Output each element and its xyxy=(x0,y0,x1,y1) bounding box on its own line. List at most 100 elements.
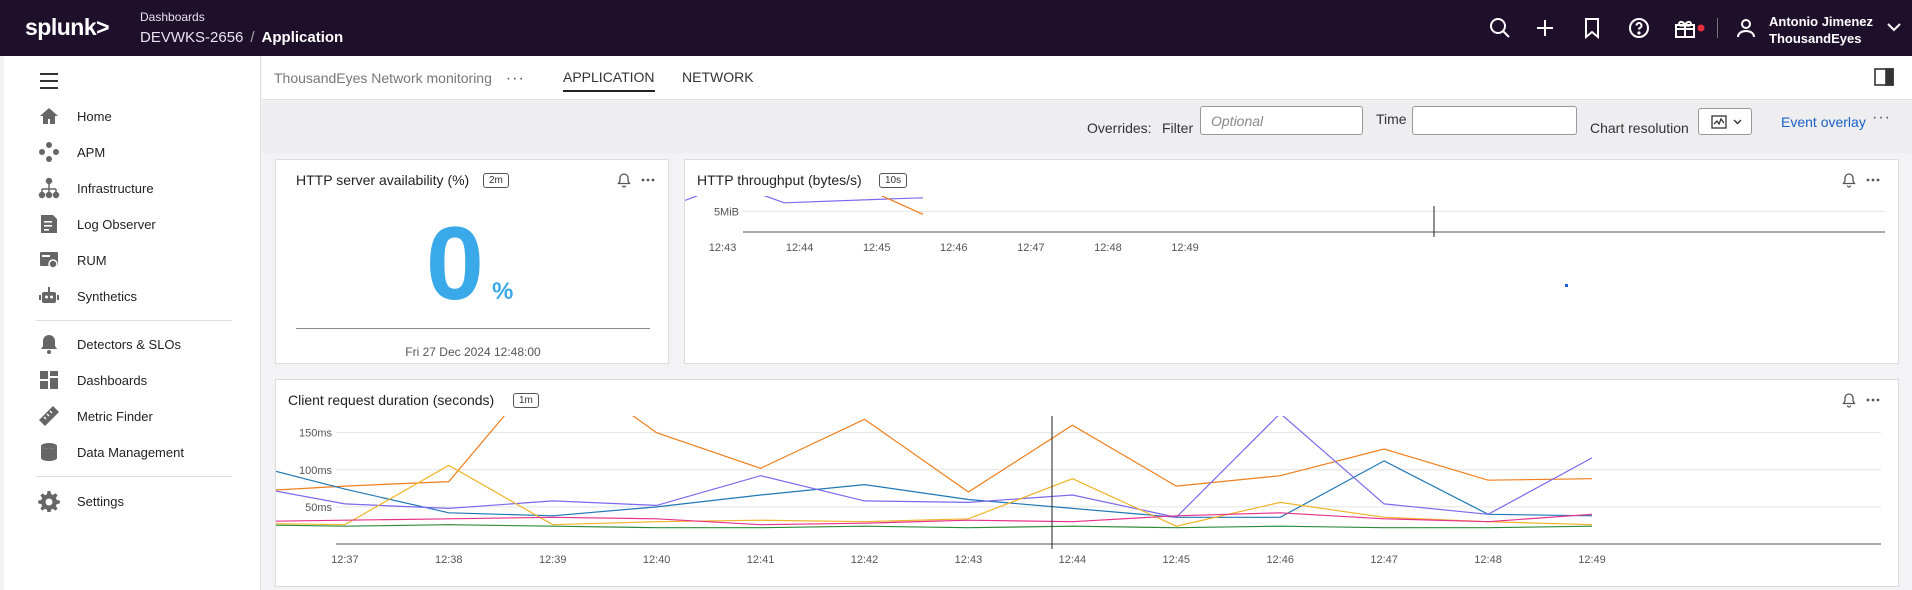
filter-input[interactable] xyxy=(1200,106,1363,135)
series-line xyxy=(276,524,1593,529)
overrides-bar: Overrides: Filter Time Chart resolution … xyxy=(262,101,1912,153)
duration-card: Client request duration (seconds) 1m 50m… xyxy=(275,379,1899,587)
divider xyxy=(1717,18,1718,38)
help-icon[interactable] xyxy=(1627,16,1651,40)
x-tick-label: 12:40 xyxy=(643,554,671,566)
breadcrumb-dashboards[interactable]: Dashboards xyxy=(140,10,205,24)
throughput-card: HTTP throughput (bytes/s) 10s 5MiB 10MiB 1… xyxy=(684,159,1899,364)
sidebar-item-label: RUM xyxy=(77,252,107,268)
availability-card: HTTP server availability (%) 2m 0 % Fri … xyxy=(275,159,669,364)
gift-icon[interactable] xyxy=(1673,16,1697,40)
overrides-more-button[interactable]: ··· xyxy=(1872,109,1891,127)
bookmark-icon[interactable] xyxy=(1580,16,1604,40)
throughput-chart[interactable]: 5MiB10MiB14MiB12:3512:3612:3712:3812:391… xyxy=(685,196,1898,363)
sidebar-item-dashboards[interactable]: Dashboards xyxy=(38,368,248,392)
chevron-down-icon[interactable] xyxy=(1887,22,1901,32)
x-tick-label: 12:48 xyxy=(1094,242,1122,254)
bell-icon[interactable] xyxy=(616,172,632,188)
sidebar-item-metric-finder[interactable]: Metric Finder xyxy=(38,404,248,428)
x-tick-label: 12:41 xyxy=(747,554,775,566)
resolution-badge: 10s xyxy=(879,173,908,188)
sidebar-item-label: Home xyxy=(77,108,112,124)
x-tick-label: 12:47 xyxy=(1017,242,1045,254)
sidebar-item-apm[interactable]: APM xyxy=(38,140,248,164)
x-tick-label: 12:46 xyxy=(1266,554,1294,566)
divider xyxy=(296,328,650,329)
plus-icon[interactable] xyxy=(1533,16,1557,40)
sidebar-item-data-management[interactable]: Data Management xyxy=(38,440,248,464)
y-tick-label: 10MiB xyxy=(708,196,739,198)
filter-label: Filter xyxy=(1162,120,1194,136)
chevron-down-icon xyxy=(1733,119,1742,125)
availability-unit: % xyxy=(492,278,514,305)
sidebar-item-label: Settings xyxy=(77,493,124,509)
sidebar-item-settings[interactable]: Settings xyxy=(38,489,248,513)
infrastructure-icon xyxy=(38,177,60,199)
x-tick-label: 12:45 xyxy=(1163,554,1191,566)
breadcrumb-current: Application xyxy=(261,29,344,46)
sidebar-item-label: Data Management xyxy=(77,444,184,460)
throughput-card-title[interactable]: HTTP throughput (bytes/s) xyxy=(697,172,862,188)
tab-application[interactable]: APPLICATION xyxy=(563,69,655,92)
user-icon[interactable] xyxy=(1734,16,1758,40)
sidebar-item-label: Synthetics xyxy=(77,288,137,304)
duration-chart[interactable]: 50ms100ms150ms200ms250ms12:3512:3612:371… xyxy=(276,416,1898,586)
y-tick-label: 5MiB xyxy=(714,206,739,218)
more-options-icon[interactable] xyxy=(1865,392,1881,408)
bell-icon[interactable] xyxy=(1841,172,1857,188)
series-line xyxy=(276,416,1593,493)
chart-resolution-label: Chart resolution xyxy=(1590,120,1689,136)
home-icon xyxy=(40,108,58,124)
x-tick-label: 12:43 xyxy=(709,242,737,254)
sidebar-item-detectors[interactable]: Detectors & SLOs xyxy=(38,332,248,356)
sidebar-item-rum[interactable]: RUM xyxy=(38,248,248,272)
x-tick-label: 12:42 xyxy=(851,554,879,566)
event-overlay-link[interactable]: Event overlay xyxy=(1781,114,1866,130)
dashboard-group-more-button[interactable]: ··· xyxy=(506,70,525,87)
duration-card-title[interactable]: Client request duration (seconds) xyxy=(288,392,494,408)
breadcrumb: DEVWKS-2656 / Application xyxy=(140,29,343,46)
y-tick-label: 100ms xyxy=(299,465,333,477)
more-options-icon[interactable] xyxy=(1865,172,1881,188)
sidebar-item-label: Dashboards xyxy=(77,372,148,388)
apm-icon xyxy=(39,142,59,162)
sidebar-item-label: Metric Finder xyxy=(77,408,153,424)
x-tick-label: 12:37 xyxy=(331,554,359,566)
chart-resolution-select[interactable] xyxy=(1698,108,1752,135)
sidebar-item-label: Detectors & SLOs xyxy=(77,336,182,352)
synthetics-icon xyxy=(39,287,59,303)
series-line xyxy=(276,512,1593,526)
search-icon[interactable] xyxy=(1488,16,1512,40)
side-panel-icon[interactable] xyxy=(1874,68,1894,86)
data-point-marker xyxy=(1565,284,1568,287)
user-menu[interactable]: Antonio Jimenez ThousandEyes xyxy=(1769,13,1873,47)
dashboard-group-label: ThousandEyes Network monitoring xyxy=(274,70,492,86)
sidebar-item-log-observer[interactable]: Log Observer xyxy=(38,212,248,236)
ruler-icon xyxy=(39,406,59,426)
overrides-label: Overrides: xyxy=(1087,120,1152,136)
more-options-icon[interactable] xyxy=(640,172,656,188)
time-input[interactable] xyxy=(1412,106,1577,135)
dashboard-group-name[interactable]: ThousandEyes Network monitoring ··· xyxy=(274,70,525,88)
x-tick-label: 12:45 xyxy=(863,242,891,254)
log-observer-icon xyxy=(41,215,57,233)
resolution-badge: 1m xyxy=(513,393,539,408)
dashboards-icon xyxy=(40,371,58,389)
sidebar-item-synthetics[interactable]: Synthetics xyxy=(38,284,248,308)
sidebar-item-home[interactable]: Home xyxy=(38,104,248,128)
database-icon xyxy=(41,443,57,461)
hamburger-menu-icon[interactable] xyxy=(38,72,60,90)
sidebar-item-infrastructure[interactable]: Infrastructure xyxy=(38,176,248,200)
splunk-logo[interactable]: splunk> xyxy=(25,14,110,41)
resolution-badge: 2m xyxy=(483,173,509,188)
tab-network[interactable]: NETWORK xyxy=(682,69,754,85)
user-org: ThousandEyes xyxy=(1769,31,1862,46)
resolution-chart-icon xyxy=(1711,115,1727,129)
availability-card-title[interactable]: HTTP server availability (%) xyxy=(296,172,469,188)
notification-dot-icon xyxy=(1697,24,1705,32)
bell-icon[interactable] xyxy=(1841,392,1857,408)
x-tick-label: 12:44 xyxy=(1059,554,1087,566)
x-tick-label: 12:39 xyxy=(539,554,567,566)
y-tick-label: 150ms xyxy=(299,428,333,440)
breadcrumb-group[interactable]: DEVWKS-2656 xyxy=(140,29,243,46)
